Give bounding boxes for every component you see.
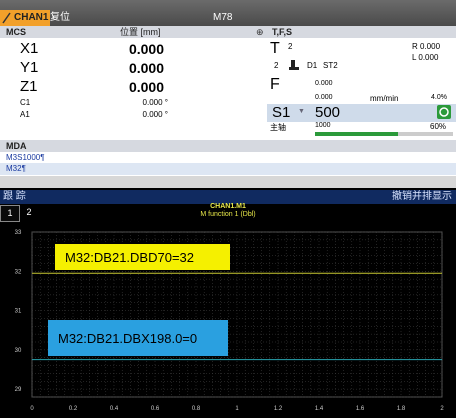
spindle-load-bar bbox=[315, 132, 453, 136]
y-tick-label: 31 bbox=[15, 309, 22, 315]
mda-line[interactable]: M3S1000¶ bbox=[6, 153, 45, 162]
axis-name-y1: Y1 bbox=[20, 59, 39, 76]
d-number: D1 bbox=[307, 61, 318, 70]
feed-label: F bbox=[270, 76, 280, 93]
axis-name-a1: A1 bbox=[20, 110, 30, 119]
panel-toggle-icon[interactable]: ⊕ bbox=[256, 27, 264, 38]
feed-override: 4.0% bbox=[431, 94, 447, 101]
spindle-load-fill bbox=[315, 132, 398, 136]
reset-status: 复位 bbox=[50, 12, 70, 23]
x-tick-label: 0 bbox=[30, 406, 34, 412]
axis-value-y1: 0.000 bbox=[128, 60, 164, 76]
st-number: ST2 bbox=[323, 61, 338, 70]
axis-name-x1: X1 bbox=[20, 40, 39, 57]
spindle-rotation-icon bbox=[437, 105, 451, 119]
feed-value: 0.000 bbox=[315, 80, 333, 87]
trace-header bbox=[0, 190, 456, 204]
axis-value-c1: 0.000 ° bbox=[142, 98, 168, 107]
y-tick-label: 30 bbox=[15, 348, 22, 354]
mda-current-line[interactable] bbox=[0, 163, 456, 175]
x-tick-label: 1.2 bbox=[274, 406, 283, 412]
tool-label: T bbox=[270, 40, 280, 57]
spindle-main-label: 主轴 bbox=[270, 123, 286, 132]
spindle-override: 60% bbox=[430, 122, 447, 131]
trace-title: 跟 踪 bbox=[3, 191, 26, 202]
tool-icon bbox=[289, 58, 299, 70]
x-tick-label: 0.8 bbox=[192, 406, 201, 412]
spindle-row bbox=[267, 104, 456, 122]
axis-value-z1: 0.000 bbox=[128, 79, 164, 95]
x-tick-label: 1.8 bbox=[397, 406, 406, 412]
channel-badge[interactable]: CHAN1 bbox=[0, 10, 50, 26]
y-tick-label: 32 bbox=[15, 269, 22, 275]
annotation-label-1: M32:DB21.DBD70=32 bbox=[65, 250, 194, 265]
chevron-down-icon[interactable]: ▼ bbox=[298, 108, 305, 115]
spindle-speed: 500 bbox=[315, 104, 341, 121]
axis-value-a1: 0.000 ° bbox=[142, 110, 168, 119]
undo-side-by-side-button[interactable]: 撤销并排显示 bbox=[392, 190, 452, 204]
annotation-label-2: M32:DB21.DBX198.0=0 bbox=[58, 331, 197, 346]
chart-subtitle: M function 1 (Dbl) bbox=[200, 211, 256, 218]
mda-title: MDA bbox=[6, 141, 27, 151]
mda-header bbox=[0, 140, 456, 152]
edit-icon bbox=[2, 11, 12, 25]
tfs-header bbox=[267, 26, 456, 38]
program-name: M78 bbox=[213, 12, 233, 23]
feed-actual: 0.000 bbox=[315, 94, 333, 101]
status-bar bbox=[0, 176, 456, 188]
spindle-actual: 1000 bbox=[315, 122, 331, 129]
y-tick-label: 33 bbox=[15, 230, 22, 236]
tfs-title: T,F,S bbox=[272, 27, 293, 37]
position-column-label: 位置 [mm] bbox=[120, 27, 161, 37]
axis-name-z1: Z1 bbox=[20, 78, 38, 95]
mda-line[interactable]: M32¶ bbox=[6, 164, 26, 173]
x-tick-label: 1 bbox=[235, 406, 239, 412]
mcs-title: MCS bbox=[6, 27, 26, 37]
radius-value: R 0.000 bbox=[412, 42, 441, 51]
x-tick-label: 0.6 bbox=[151, 406, 160, 412]
y-tick-label: 29 bbox=[15, 387, 22, 393]
tool-number: 2 bbox=[288, 42, 293, 51]
x-tick-label: 1.4 bbox=[315, 406, 324, 412]
x-tick-label: 2 bbox=[440, 406, 444, 412]
x-tick-label: 0.4 bbox=[110, 406, 119, 412]
chart-title: CHAN1.M1 bbox=[210, 203, 246, 210]
x-tick-label: 0.2 bbox=[69, 406, 78, 412]
length-value: L 0.000 bbox=[412, 53, 439, 62]
spindle-label: S1 bbox=[272, 104, 291, 121]
tool-edge-number: 2 bbox=[274, 61, 279, 70]
channel-name: CHAN1 bbox=[14, 12, 49, 23]
axis-name-c1: C1 bbox=[20, 98, 31, 107]
axis-value-x1: 0.000 bbox=[128, 41, 164, 57]
trace-chart: 33 32 31 30 29 0 0.2 0.4 0.6 0.8 1 1.2 1.4 1.6 1.8 2 M32… bbox=[15, 230, 445, 412]
x-tick-label: 1.6 bbox=[356, 406, 365, 412]
feed-unit: mm/min bbox=[370, 94, 399, 103]
